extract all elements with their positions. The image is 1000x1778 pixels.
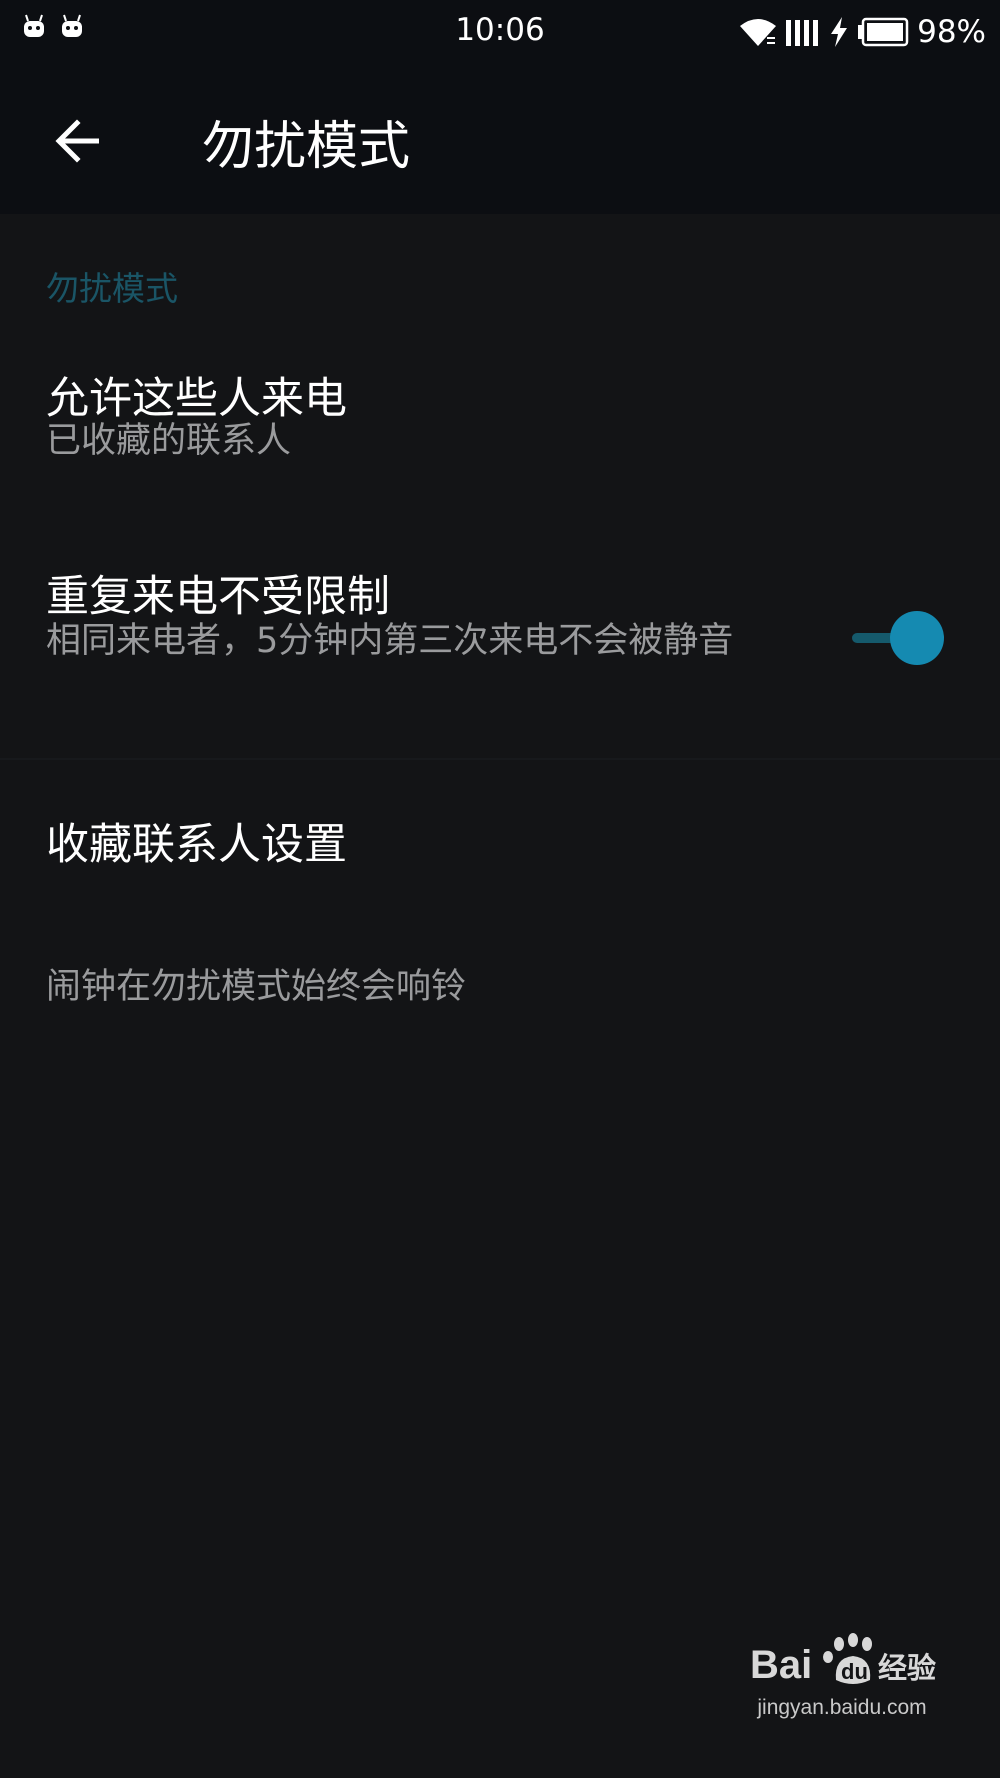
section-header: 勿扰模式	[46, 269, 178, 308]
pref-title: 允许这些人来电	[46, 374, 347, 424]
battery-percentage: 98%	[917, 14, 986, 50]
baidu-jingyan-logo: Bai du 经验	[750, 1633, 936, 1687]
app-toolbar: 勿扰模式	[0, 62, 1000, 214]
wifi-icon	[740, 19, 777, 46]
watermark-url: jingyan.baidu.com	[757, 1696, 927, 1719]
status-system-icons: 98%	[739, 12, 986, 52]
baidu-jingyan-watermark: Bai du 经验 jingyan.baidu.com	[742, 1624, 942, 1734]
svg-text:Bai: Bai	[750, 1643, 812, 1687]
status-bar: 10:06 98%	[0, 0, 1000, 62]
signal-icon	[786, 20, 819, 46]
repeat-callers-toggle[interactable]	[850, 608, 948, 668]
toggle-thumb	[890, 611, 944, 665]
pref-title: 收藏联系人设置	[46, 820, 347, 870]
pref-favorite-contacts-settings[interactable]: 收藏联系人设置	[0, 778, 1000, 898]
pref-summary: 已收藏的联系人	[46, 421, 292, 461]
charging-icon	[831, 17, 848, 47]
svg-text:经验: 经验	[878, 1651, 936, 1685]
page-title: 勿扰模式	[202, 117, 411, 177]
footer-note: 闹钟在勿扰模式始终会响铃	[46, 967, 467, 1007]
pref-allowed-callers[interactable]: 允许这些人来电 已收藏的联系人	[0, 340, 1000, 490]
divider	[0, 758, 1000, 760]
arrow-left-icon	[55, 119, 99, 163]
battery-icon	[858, 17, 909, 47]
back-button[interactable]	[42, 106, 112, 176]
pref-title: 重复来电不受限制	[46, 572, 390, 622]
svg-text:du: du	[841, 1659, 868, 1684]
pref-summary: 相同来电者，5分钟内第三次来电不会被静音	[46, 621, 734, 661]
